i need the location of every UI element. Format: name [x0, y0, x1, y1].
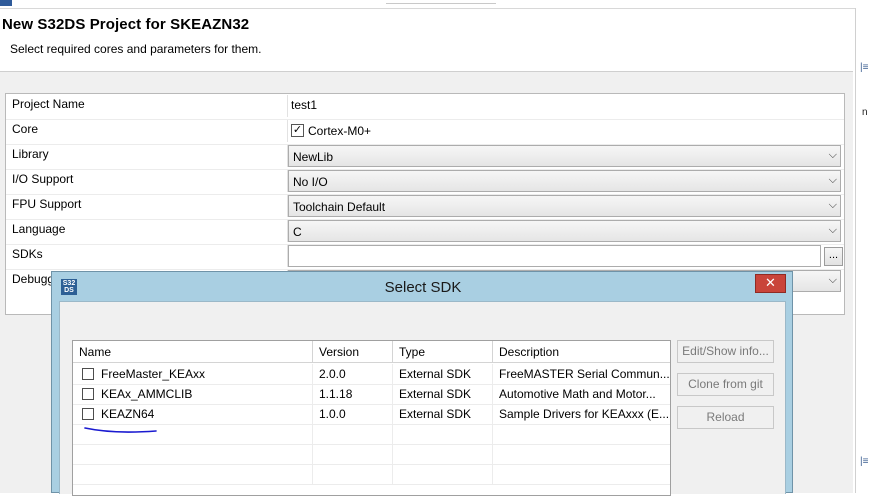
panel-glyph-icon: |≡: [860, 456, 869, 467]
io-support-label: I/O Support: [12, 172, 74, 186]
library-select[interactable]: NewLib ⌵: [288, 145, 841, 167]
language-field: C ⌵: [287, 220, 842, 242]
project-name-value: test1: [291, 98, 318, 112]
language-value: C: [293, 225, 302, 239]
empty-table-row: [73, 444, 670, 465]
clone-from-git-button[interactable]: Clone from git: [677, 373, 774, 396]
empty-cell: [313, 424, 393, 444]
edit-show-info-button[interactable]: Edit/Show info...: [677, 340, 774, 363]
parent-window-fragment: [386, 0, 496, 4]
io-support-select[interactable]: No I/O ⌵: [288, 170, 841, 192]
sdk-name: FreeMaster_KEAxx: [95, 364, 313, 384]
language-select[interactable]: C ⌵: [288, 220, 841, 242]
fpu-support-select[interactable]: Toolchain Default ⌵: [288, 195, 841, 217]
form-row-io-support: I/O Support No I/O ⌵: [6, 169, 844, 195]
sdk-description: FreeMASTER Serial Commun...: [499, 367, 670, 381]
page-title: New S32DS Project for SKEAZN32: [2, 16, 250, 33]
form-row-library: Library NewLib ⌵: [6, 144, 844, 170]
library-label: Library: [12, 147, 49, 161]
empty-cell: [393, 464, 493, 484]
sdk-checkbox[interactable]: [82, 388, 94, 400]
fpu-support-label: FPU Support: [12, 197, 82, 211]
io-support-field: No I/O ⌵: [287, 170, 842, 192]
empty-table-row: [73, 424, 670, 445]
s32ds-app-icon: S32 DS: [61, 279, 77, 295]
debugger-label: Debugg: [12, 272, 55, 286]
chevron-down-icon: ⌵: [828, 174, 837, 186]
empty-cell: [393, 424, 493, 444]
io-support-value: No I/O: [293, 175, 328, 189]
dialog-client-area: Name Version Type Description FreeMaster…: [59, 301, 786, 496]
background-ide-panel: |≡ n |≡: [855, 8, 873, 493]
form-row-sdks: SDKs ...: [6, 244, 844, 270]
empty-cell: [313, 444, 393, 464]
column-header-description[interactable]: Description: [493, 341, 670, 363]
form-row-fpu-support: FPU Support Toolchain Default ⌵: [6, 194, 844, 220]
chevron-down-icon: ⌵: [828, 274, 837, 286]
fpu-support-value: Toolchain Default: [293, 200, 386, 214]
sdk-version: 2.0.0: [313, 364, 393, 384]
panel-glyph-icon: |≡: [860, 62, 869, 73]
table-row[interactable]: KEAZN64 1.0.0 External SDK Sample Driver…: [73, 404, 670, 425]
sdk-name: KEAZN64: [95, 404, 313, 424]
dialog-title: Select SDK: [384, 279, 462, 296]
project-name-label: Project Name: [12, 97, 85, 111]
table-row[interactable]: KEAx_AMMCLIB 1.1.18 External SDK Automot…: [73, 384, 670, 405]
chevron-down-icon: ⌵: [828, 149, 837, 161]
chevron-down-icon: ⌵: [828, 199, 837, 211]
sdk-type: External SDK: [393, 364, 493, 384]
sdks-label: SDKs: [12, 247, 43, 261]
close-button[interactable]: ✕: [755, 274, 786, 293]
page-subtitle: Select required cores and parameters for…: [10, 42, 262, 56]
column-header-name[interactable]: Name: [73, 341, 313, 363]
column-header-version[interactable]: Version: [313, 341, 393, 363]
sdks-field: ...: [287, 245, 843, 267]
fpu-support-field: Toolchain Default ⌵: [287, 195, 842, 217]
core-label: Core: [12, 122, 39, 136]
sdk-description: Sample Drivers for KEAxxx (E...: [499, 407, 670, 421]
wizard-header: New S32DS Project for SKEAZN32 Select re…: [0, 9, 853, 72]
parent-window-top-strip: [0, 0, 873, 9]
library-value: NewLib: [293, 150, 334, 164]
parent-window-edge: [0, 0, 12, 6]
empty-cell: [313, 464, 393, 484]
form-row-project-name: Project Name test1: [6, 94, 844, 120]
sdk-checkbox[interactable]: [82, 408, 94, 420]
form-row-core: Core ✓ Cortex-M0+: [6, 119, 844, 145]
sdks-input[interactable]: [288, 245, 821, 267]
panel-text-fragment: n: [862, 107, 868, 118]
library-field: NewLib ⌵: [287, 145, 842, 167]
column-header-type[interactable]: Type: [393, 341, 493, 363]
table-row[interactable]: FreeMaster_KEAxx 2.0.0 External SDK Free…: [73, 364, 670, 385]
core-value: Cortex-M0+: [308, 124, 372, 138]
empty-cell: [73, 444, 313, 464]
chevron-down-icon: ⌵: [828, 224, 837, 236]
sdk-name: KEAx_AMMCLIB: [95, 384, 313, 404]
select-sdk-dialog: Select SDK S32 DS ✕ Name Version Type De…: [51, 271, 793, 496]
empty-table-row: [73, 464, 670, 485]
sdk-type: External SDK: [393, 384, 493, 404]
core-field: ✓ Cortex-M0+: [287, 120, 842, 142]
project-name-field[interactable]: test1: [287, 95, 842, 117]
empty-cell: [393, 444, 493, 464]
sdk-version: 1.1.18: [313, 384, 393, 404]
sdk-version: 1.0.0: [313, 404, 393, 424]
sdk-description: Automotive Math and Motor...: [499, 387, 656, 401]
empty-cell: [73, 464, 313, 484]
form-row-language: Language C ⌵: [6, 219, 844, 245]
sdk-type: External SDK: [393, 404, 493, 424]
annotation-underline: [84, 427, 157, 433]
core-checkbox[interactable]: ✓: [291, 124, 304, 137]
browse-sdks-button[interactable]: ...: [824, 247, 843, 266]
sdk-table: Name Version Type Description FreeMaster…: [72, 340, 671, 496]
sdk-checkbox[interactable]: [82, 368, 94, 380]
reload-button[interactable]: Reload: [677, 406, 774, 429]
language-label: Language: [12, 222, 66, 236]
